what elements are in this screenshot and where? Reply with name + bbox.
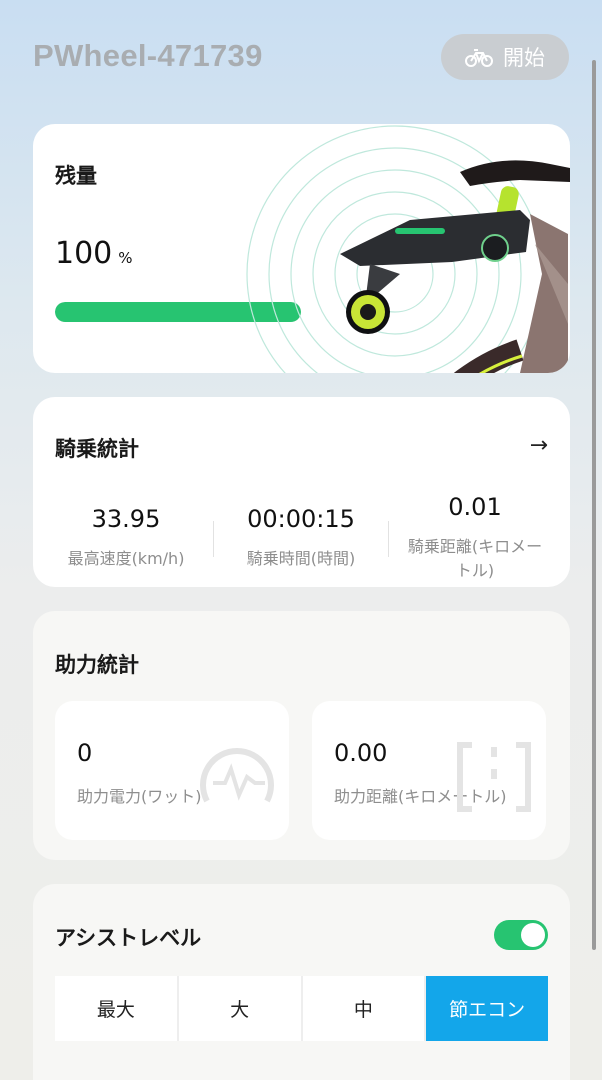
stat-max-speed: 33.95 最高速度(km/h) (41, 505, 211, 571)
start-button[interactable]: 開始 (441, 34, 569, 80)
ride-time-value: 00:00:15 (247, 505, 355, 533)
toggle-knob (521, 923, 545, 947)
bicycle-icon (465, 49, 493, 67)
scrollbar[interactable] (592, 60, 596, 950)
ride-stats-heading: 騎乗統計 (55, 437, 139, 461)
device-title: PWheel-471739 (33, 38, 263, 73)
level-option-high[interactable]: 大 (179, 976, 303, 1041)
assist-stats-card: 助力統計 0 助力電力(ワット) 0.00 助力距離(キロメートル) (33, 611, 570, 860)
assist-stats-heading: 助力統計 (55, 653, 139, 677)
level-option-max[interactable]: 最大 (55, 976, 179, 1041)
assist-distance-value: 0.00 (334, 739, 388, 767)
stat-ride-distance: 0.01 騎乗距離(キロメートル) (390, 493, 560, 583)
assist-power-value: 0 (77, 739, 93, 767)
assist-level-selector: 最大 大 中 節エコン (55, 976, 548, 1041)
ride-distance-value: 0.01 (448, 493, 502, 521)
battery-unit: % (118, 249, 133, 267)
ride-time-label: 騎乗時間(時間) (246, 549, 356, 568)
battery-percent: 100 (55, 236, 113, 271)
assist-level-heading: アシストレベル (55, 926, 202, 950)
assist-level-toggle[interactable] (494, 920, 548, 950)
bike-illustration (246, 125, 570, 373)
battery-card: 残量 100% (33, 124, 570, 373)
divider (213, 521, 214, 557)
divider (388, 521, 389, 557)
assist-distance-tile: 0.00 助力距離(キロメートル) (312, 701, 546, 840)
arrow-right-icon[interactable]: → (530, 433, 548, 458)
start-label: 開始 (503, 46, 545, 70)
ride-stats-card[interactable]: 騎乗統計 → 33.95 最高速度(km/h) 00:00:15 騎乗時間(時間… (33, 397, 570, 587)
max-speed-label: 最高速度(km/h) (67, 549, 185, 568)
battery-heading: 残量 (55, 164, 97, 188)
battery-value: 100% (55, 236, 133, 271)
distance-icon (457, 742, 531, 812)
power-gauge-icon (200, 748, 274, 803)
assist-power-tile: 0 助力電力(ワット) (55, 701, 289, 840)
assist-level-card: アシストレベル 最大 大 中 節エコン (33, 884, 570, 1080)
ride-distance-label: 騎乗距離(キロメートル) (407, 537, 543, 580)
max-speed-value: 33.95 (91, 505, 161, 533)
stat-ride-time: 00:00:15 騎乗時間(時間) (216, 505, 386, 571)
level-option-eco[interactable]: 節エコン (426, 976, 548, 1041)
level-option-medium[interactable]: 中 (303, 976, 427, 1041)
